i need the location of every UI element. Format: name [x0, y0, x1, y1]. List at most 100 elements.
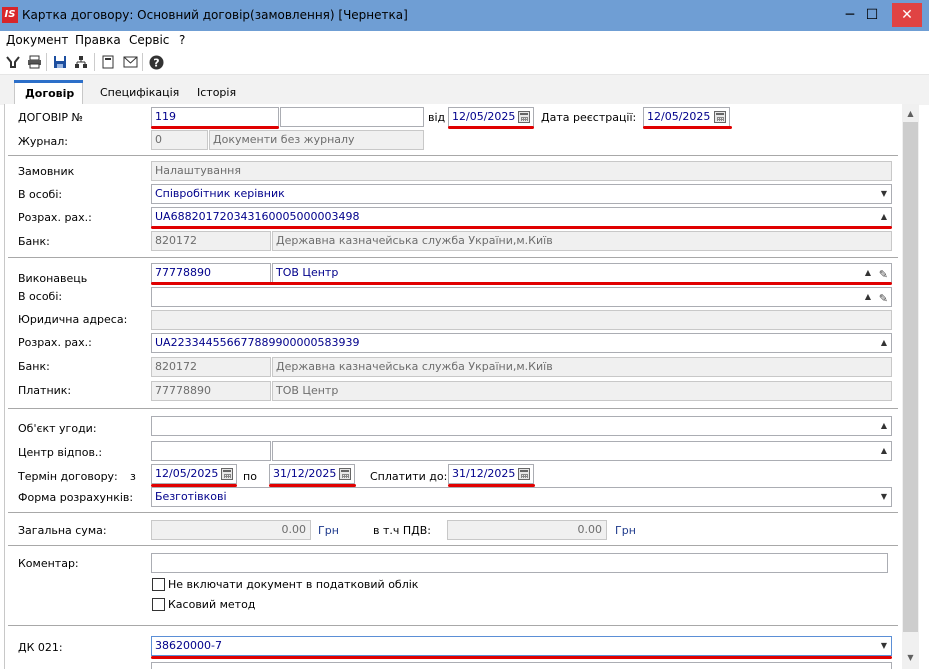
collapse-arrow-icon[interactable]: ▲: [881, 334, 887, 352]
tab-history[interactable]: Історія: [187, 80, 246, 105]
vat-label: в т.ч ПДВ:: [373, 524, 431, 537]
customer-field: Налаштування: [151, 161, 892, 181]
customer-account-select[interactable]: UA688201720343160005000003498 ▲: [151, 207, 892, 227]
customer-bank-label: Банк:: [18, 235, 50, 248]
contract-number-extra-input[interactable]: [280, 107, 424, 127]
hierarchy-icon[interactable]: [72, 53, 90, 71]
collapse-arrow-icon[interactable]: ▲: [881, 417, 887, 435]
cash-method-checkbox[interactable]: [152, 598, 165, 611]
vat-unit: Грн: [615, 524, 636, 537]
calendar-icon[interactable]: [518, 111, 530, 123]
contractor-account-select[interactable]: UA223344556677889900000583939 ▲: [151, 333, 892, 353]
tab-bar: Договір Специфікація Історія: [0, 75, 929, 105]
payer-code-field: 77778890: [151, 381, 271, 401]
tab-contract[interactable]: Договір: [14, 80, 83, 105]
dk021-select[interactable]: 38620000-7 ▼: [151, 636, 892, 656]
vertical-scrollbar[interactable]: ▲ ▼: [902, 104, 919, 669]
pay-until-label: Сплатити до:: [370, 470, 448, 483]
deal-object-select[interactable]: ▲: [151, 416, 892, 436]
collapse-arrow-icon[interactable]: ▲: [865, 288, 871, 306]
journal-label: Журнал:: [18, 135, 69, 148]
contractor-person-label: В особі:: [18, 290, 63, 303]
total-sum-label: Загальна сума:: [18, 524, 107, 537]
contractor-name-select[interactable]: ТОВ Центр ▲ ✎: [272, 263, 892, 283]
filter-icon[interactable]: [4, 53, 22, 71]
highlight-underline: [151, 656, 892, 659]
payer-label: Платник:: [18, 384, 72, 397]
scrollbar-thumb[interactable]: [903, 122, 918, 632]
section-divider: [8, 257, 898, 258]
responsibility-center-name-select[interactable]: ▲: [272, 441, 892, 461]
highlight-underline: [448, 126, 534, 129]
collapse-arrow-icon[interactable]: ▲: [865, 264, 871, 282]
tab-specification[interactable]: Специфікація: [90, 80, 189, 105]
save-icon[interactable]: [51, 53, 69, 71]
title-bar: IS Картка договору: Основний договір(зам…: [0, 0, 929, 31]
registration-date-input[interactable]: 12/05/2025: [643, 107, 730, 127]
menu-bar: Документ Правка Сервіс ?: [0, 31, 929, 50]
maximize-button[interactable]: ☐: [858, 4, 886, 26]
contractor-label: Виконавець: [18, 272, 88, 285]
calendar-icon[interactable]: [339, 468, 351, 480]
highlight-underline: [643, 126, 732, 129]
print-icon[interactable]: [25, 53, 43, 71]
menu-service[interactable]: Сервіс: [129, 33, 169, 47]
cash-method-label: Касовий метод: [168, 598, 256, 611]
next-field-partial[interactable]: [151, 662, 892, 669]
journal-name-field: Документи без журналу: [209, 130, 424, 150]
document-icon[interactable]: [99, 53, 117, 71]
customer-bank-name-field: Державна казначейська служба України,м.К…: [272, 231, 892, 251]
responsibility-center-label: Центр відпов.:: [18, 446, 103, 459]
customer-person-select[interactable]: Співробітник керівник ▼: [151, 184, 892, 204]
customer-bank-code-field: 820172: [151, 231, 271, 251]
menu-edit[interactable]: Правка: [75, 33, 121, 47]
section-divider: [8, 155, 898, 156]
contractor-person-select[interactable]: ▲ ✎: [151, 287, 892, 307]
contractor-bank-name-field: Державна казначейська служба України,м.К…: [272, 357, 892, 377]
dropdown-arrow-icon[interactable]: ▼: [881, 637, 887, 655]
legal-address-field: [151, 310, 892, 330]
contractor-account-label: Розрах. рах.:: [18, 336, 92, 349]
term-from-date-input[interactable]: 12/05/2025: [151, 464, 237, 484]
help-icon[interactable]: ?: [147, 53, 165, 71]
exclude-tax-label: Не включати документ в податковий облік: [168, 578, 419, 591]
contractor-bank-code-field: 820172: [151, 357, 271, 377]
edit-pencil-icon[interactable]: ✎: [879, 290, 888, 306]
contract-number-input[interactable]: 119: [151, 107, 279, 127]
contract-term-label: Термін договору:: [18, 470, 118, 483]
collapse-arrow-icon[interactable]: ▲: [881, 442, 887, 460]
pay-until-date-input[interactable]: 31/12/2025: [448, 464, 534, 484]
highlight-underline: [151, 126, 279, 129]
customer-account-label: Розрах. рах.:: [18, 211, 92, 224]
contractor-code-input[interactable]: 77778890: [151, 263, 271, 283]
contractor-bank-label: Банк:: [18, 360, 50, 373]
from-date-label: від: [428, 111, 446, 124]
dropdown-arrow-icon[interactable]: ▼: [881, 488, 887, 506]
responsibility-center-code-input[interactable]: [151, 441, 271, 461]
collapse-arrow-icon[interactable]: ▲: [881, 208, 887, 226]
total-sum-field: 0.00: [151, 520, 311, 540]
scroll-up-icon[interactable]: ▲: [902, 106, 919, 122]
dropdown-arrow-icon[interactable]: ▼: [881, 185, 887, 203]
menu-help[interactable]: ?: [179, 33, 185, 47]
close-button[interactable]: ✕: [892, 3, 922, 27]
payment-form-select[interactable]: Безготівкові ▼: [151, 487, 892, 507]
menu-document[interactable]: Документ: [6, 33, 68, 47]
section-divider: [8, 545, 898, 546]
term-to-date-input[interactable]: 31/12/2025: [269, 464, 355, 484]
from-date-input[interactable]: 12/05/2025: [448, 107, 534, 127]
mail-icon[interactable]: [121, 53, 139, 71]
edit-pencil-icon[interactable]: ✎: [879, 266, 888, 282]
calendar-icon[interactable]: [518, 468, 530, 480]
customer-person-label: В особі:: [18, 188, 63, 201]
app-logo-icon: IS: [2, 7, 18, 23]
term-to-prefix: по: [243, 470, 257, 483]
window-title: Картка договору: Основний договір(замовл…: [22, 8, 408, 22]
comment-input[interactable]: [151, 553, 888, 573]
calendar-icon[interactable]: [714, 111, 726, 123]
scroll-down-icon[interactable]: ▼: [902, 650, 919, 666]
dk021-label: ДК 021:: [18, 641, 63, 654]
exclude-tax-checkbox[interactable]: [152, 578, 165, 591]
calendar-icon[interactable]: [221, 468, 233, 480]
highlight-underline: [151, 282, 892, 285]
